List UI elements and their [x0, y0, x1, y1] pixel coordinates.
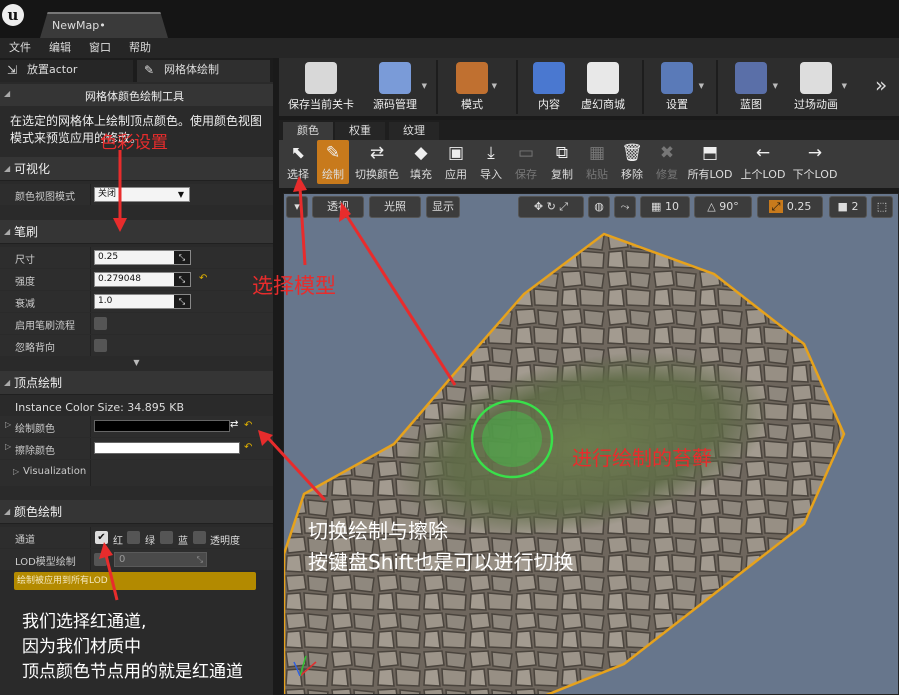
annotation-red-line1: 我们选择红通道, — [22, 612, 147, 632]
annotation-select-model: 选择模型 — [252, 274, 336, 298]
annotation-red-line2: 因为我们材质中 — [22, 637, 141, 657]
annotation-toggle-line2: 按键盘Shift也是可以进行切换 — [308, 550, 574, 574]
annotation-toggle-line1: 切换绘制与擦除 — [308, 519, 448, 543]
annotation-red-line3: 顶点颜色节点用的就是红通道 — [22, 662, 243, 682]
annotation-arrows — [99, 150, 457, 601]
annotation-painting-moss: 进行绘制的苔藓 — [572, 446, 712, 470]
annotation-color-settings: 色彩设置 — [100, 133, 168, 153]
